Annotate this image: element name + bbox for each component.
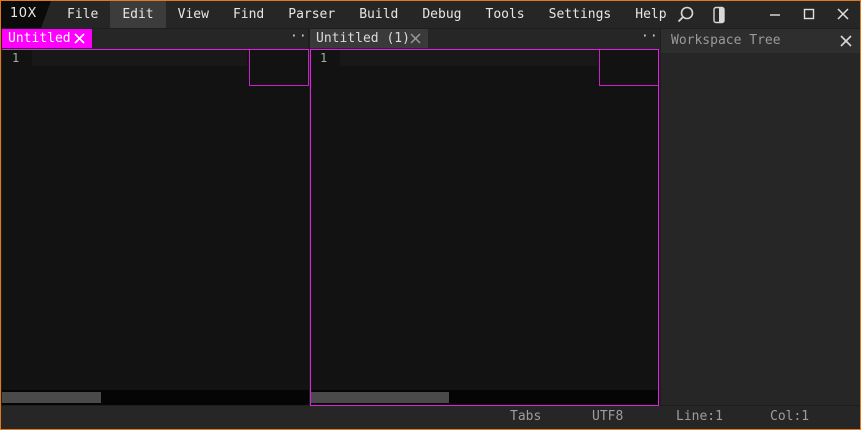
status-indent[interactable]: Tabs	[510, 409, 541, 424]
menu-view[interactable]: View	[166, 1, 221, 28]
left-editor-pane[interactable]: 1	[2, 49, 309, 405]
tab-untitled[interactable]: Untitled	[2, 29, 92, 48]
right-tab-strip: Untitled (1) ···	[310, 29, 666, 49]
workspace-title: Workspace Tree	[671, 33, 781, 48]
menu-bar: File Edit View Find Parser Build Debug T…	[55, 1, 679, 28]
minimap-viewport[interactable]	[249, 49, 309, 86]
active-pane-indicator	[2, 49, 309, 50]
left-tab-strip: Untitled ···	[1, 29, 315, 49]
tab-untitled-1[interactable]: Untitled (1)	[310, 29, 428, 48]
close-panel-icon[interactable]	[839, 34, 853, 48]
tab-close-icon[interactable]	[73, 32, 86, 45]
search-icon[interactable]	[676, 5, 696, 25]
maximize-icon[interactable]	[797, 4, 821, 25]
status-col: Col:1	[770, 409, 810, 424]
tab-label: Untitled	[8, 31, 71, 46]
panel-toggle-icon[interactable]	[709, 5, 729, 25]
pane-focus-border	[310, 49, 659, 406]
line-number: 1	[12, 51, 20, 65]
status-bar: Tabs UTF8 Line:1 Col:1	[1, 406, 860, 429]
scrollbar-thumb[interactable]	[2, 392, 101, 403]
menu-edit[interactable]: Edit	[110, 1, 166, 28]
menu-settings[interactable]: Settings	[537, 1, 624, 28]
current-line-highlight	[32, 50, 247, 66]
right-editor-pane[interactable]: 1	[310, 49, 659, 406]
app-window: 10X File Edit View Find Parser Build Deb…	[0, 0, 861, 430]
title-bar: 10X File Edit View Find Parser Build Deb…	[1, 1, 860, 28]
workspace-header: Workspace Tree	[661, 29, 860, 53]
menu-find[interactable]: Find	[221, 1, 276, 28]
app-logo: 10X	[1, 1, 53, 28]
tab-close-icon[interactable]	[409, 32, 422, 45]
menu-help[interactable]: Help	[623, 1, 678, 28]
status-line: Line:1	[676, 409, 723, 424]
menu-file[interactable]: File	[55, 1, 110, 28]
close-icon[interactable]	[831, 4, 855, 25]
menu-tools[interactable]: Tools	[474, 1, 537, 28]
menu-debug[interactable]: Debug	[410, 1, 473, 28]
horizontal-scrollbar[interactable]	[2, 390, 309, 405]
menu-build[interactable]: Build	[347, 1, 410, 28]
minimize-icon[interactable]	[763, 4, 787, 25]
menu-parser[interactable]: Parser	[276, 1, 347, 28]
tab-label: Untitled (1)	[316, 31, 410, 46]
app-logo-text: 10X	[10, 6, 37, 21]
status-encoding[interactable]: UTF8	[592, 409, 623, 424]
workspace-tree-panel: Workspace Tree	[661, 29, 860, 405]
